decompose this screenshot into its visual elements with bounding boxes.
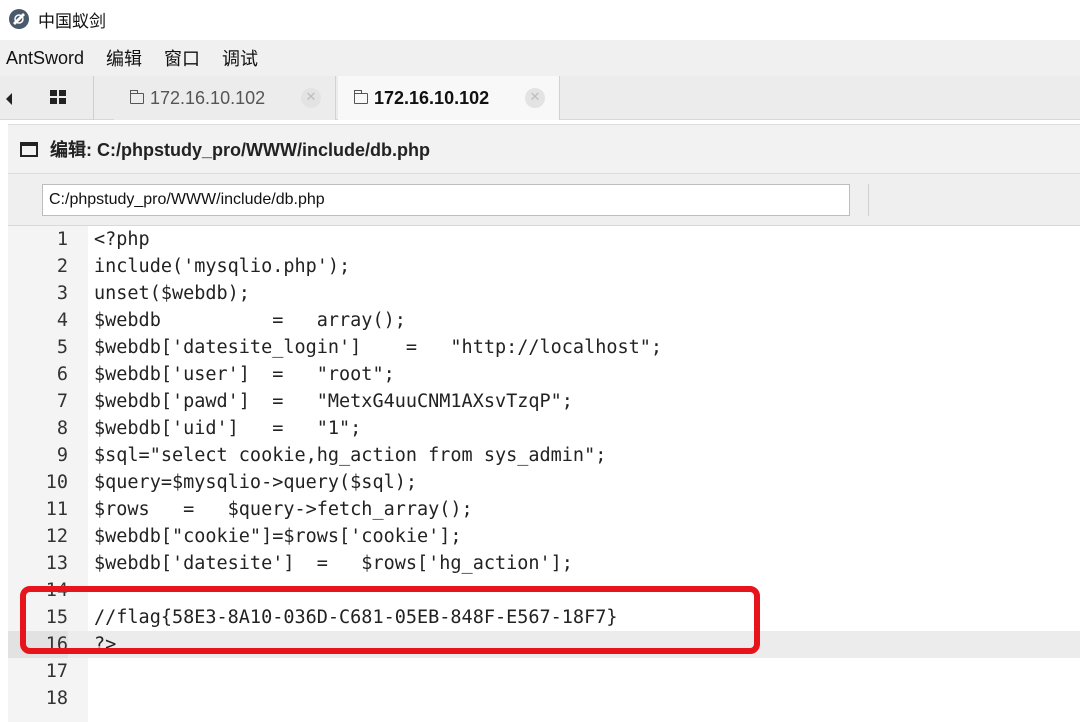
code-text: $webdb['uid'] = "1"; [94,418,362,439]
path-bar [8,174,1080,226]
line-number: 1 [56,229,68,250]
tab-scroll-left-icon[interactable] [6,93,12,105]
editor-panel-header: 编辑: C:/phpstudy_pro/WWW/include/db.php [8,124,1080,174]
tab-label: 172.16.10.102 [374,87,490,108]
flag-highlight-box [20,586,760,654]
line-number: 2 [56,256,68,277]
line-number: 4 [56,310,68,331]
code-line: 18 [8,685,1080,712]
menu-debug[interactable]: 调试 [222,45,258,71]
line-number: 11 [45,499,68,520]
line-number: 13 [45,553,68,574]
line-number: 3 [56,283,68,304]
folder-icon [353,89,368,104]
code-line: 12 $webdb["cookie"]=$rows['cookie']; [8,523,1080,550]
code-text: $sql="select cookie,hg_action from sys_a… [94,445,607,466]
window-title: 中国蚁剑 [38,11,106,32]
code-text: $webdb['user'] = "root"; [94,364,395,385]
tab-connection-2[interactable]: 172.16.10.102 ✕ [338,76,560,120]
line-number: 18 [45,688,68,709]
line-number: 17 [45,661,68,682]
antsword-logo-icon [9,9,29,29]
code-line: 13 $webdb['datesite'] = $rows['hg_action… [8,550,1080,577]
line-number: 7 [56,391,68,412]
code-line: 8 $webdb['uid'] = "1"; [8,415,1080,442]
code-line: 6 $webdb['user'] = "root"; [8,361,1080,388]
code-line: 2 include('mysqlio.php'); [8,253,1080,280]
divider [868,184,869,216]
panel-title: 编辑: C:/phpstudy_pro/WWW/include/db.php [50,140,430,160]
code-line: 7 $webdb['pawd'] = "MetxG4uuCNM1AXsvTzqP… [8,388,1080,415]
path-input[interactable] [42,184,850,216]
line-number: 6 [56,364,68,385]
line-number: 5 [56,337,68,358]
code-text: $webdb['datesite'] = $rows['hg_action']; [94,553,573,574]
tab-connection-1[interactable]: 172.16.10.102 ✕ [114,76,336,120]
line-number: 9 [56,445,68,466]
code-line: 11 $rows = $query->fetch_array(); [8,496,1080,523]
tab-home[interactable] [22,76,94,120]
code-line: 4 $webdb = array(); [8,307,1080,334]
code-text: $webdb = array(); [94,310,406,331]
line-number: 10 [45,472,68,493]
close-icon[interactable]: ✕ [301,88,321,108]
code-line: 5 $webdb['datesite_login'] = "http://loc… [8,334,1080,361]
title-bar: 中国蚁剑 [0,0,1080,38]
tab-label: 172.16.10.102 [150,87,266,108]
line-number: 8 [56,418,68,439]
code-text: <?php [94,229,150,250]
code-text: $webdb["cookie"]=$rows['cookie']; [94,526,462,547]
code-text: $rows = $query->fetch_array(); [94,499,473,520]
code-line: 9 $sql="select cookie,hg_action from sys… [8,442,1080,469]
line-number: 12 [45,526,68,547]
window-icon [20,141,38,157]
code-line: 10 $query=$mysqlio->query($sql); [8,469,1080,496]
folder-icon [129,89,144,104]
code-text: include('mysqlio.php'); [94,256,351,277]
close-icon[interactable]: ✕ [525,88,545,108]
code-line: 1 <?php [8,226,1080,253]
tab-bar: 172.16.10.102 ✕ 172.16.10.102 ✕ [0,76,1080,120]
code-text: $query=$mysqlio->query($sql); [94,472,418,493]
code-text: $webdb['pawd'] = "MetxG4uuCNM1AXsvTzqP"; [94,391,573,412]
code-line: 17 [8,658,1080,685]
code-line: 3 unset($webdb); [8,280,1080,307]
menu-window[interactable]: 窗口 [164,45,200,71]
code-text: $webdb['datesite_login'] = "http://local… [94,337,663,358]
menu-edit[interactable]: 编辑 [106,45,142,71]
menu-antsword[interactable]: AntSword [6,48,84,69]
code-text: unset($webdb); [94,283,250,304]
menu-bar: AntSword 编辑 窗口 调试 [0,40,1080,76]
